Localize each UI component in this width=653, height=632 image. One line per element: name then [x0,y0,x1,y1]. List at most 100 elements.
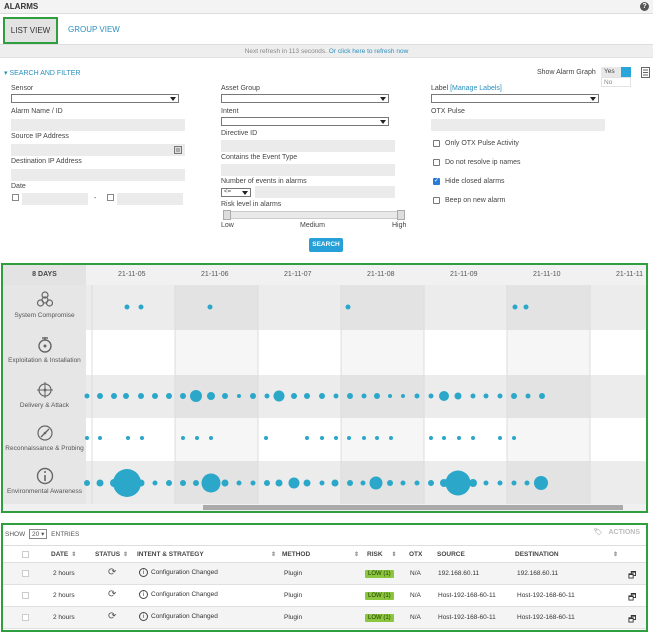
alarm-dot[interactable] [512,304,518,310]
alarm-name-input[interactable] [11,119,185,131]
directive-id-input[interactable] [221,140,395,152]
alarm-dot[interactable] [138,304,144,310]
alarm-dot[interactable] [497,393,503,399]
row-checkbox[interactable] [22,614,29,621]
alarm-dot[interactable] [97,393,103,399]
alarm-dot[interactable] [209,436,213,440]
alarm-dot[interactable] [190,390,202,402]
alarm-dot[interactable] [305,436,309,440]
alarm-dot[interactable] [152,393,158,399]
alarm-dot[interactable] [84,393,90,399]
alarm-dot[interactable] [264,393,270,399]
alarm-dot[interactable] [374,393,380,399]
alarm-dot[interactable] [303,479,311,487]
row-checkbox[interactable] [22,592,29,599]
alarm-dot[interactable] [334,436,338,440]
search-filter-toggle[interactable]: ▾ SEARCH AND FILTER [4,69,81,77]
show-graph-yes[interactable]: Yes [601,67,631,77]
header-intent[interactable]: INTENT & STRATEGY [137,551,204,558]
alarm-dot[interactable] [181,436,185,440]
tab-group-view[interactable]: GROUP VIEW [68,25,120,34]
dest-ip-input[interactable] [11,169,185,181]
alarm-dot[interactable] [166,480,172,486]
alarm-dot[interactable] [534,476,548,490]
alarm-dot[interactable] [264,480,270,486]
alarm-dot[interactable] [525,393,531,399]
alarm-dot[interactable] [333,393,339,399]
alarm-dot[interactable] [469,479,477,487]
detail-icon[interactable]: 🗗 [628,568,636,584]
alarm-dot[interactable] [207,304,213,310]
alarm-dot[interactable] [347,436,351,440]
alarm-dot[interactable] [442,436,446,440]
alarm-dot[interactable] [345,304,351,310]
alarm-dot[interactable] [124,304,130,310]
header-destination[interactable]: DESTINATION [515,551,559,558]
alarm-dot[interactable] [512,436,516,440]
graph-scroll-thumb[interactable] [203,505,623,510]
alarm-dot[interactable] [361,393,367,399]
alarm-dot[interactable] [291,393,297,399]
alarm-dots[interactable] [3,265,646,511]
alarm-dot[interactable] [201,473,221,493]
alarm-dot[interactable] [137,479,145,487]
select-all-checkbox[interactable] [22,551,29,558]
alarm-dot[interactable] [539,393,545,399]
header-method-sort[interactable]: ⇕ [351,551,359,558]
alarm-dot[interactable] [483,393,489,399]
alarm-dot[interactable] [445,470,471,496]
row-checkbox[interactable] [22,570,29,577]
alarm-dot[interactable] [369,476,383,490]
detail-icon[interactable]: 🗗 [628,612,636,628]
graph-scrollbar[interactable] [3,504,646,511]
alarm-dot[interactable] [84,480,90,486]
refresh-link[interactable]: Or click here to refresh now [329,48,408,55]
alarm-dot[interactable] [275,479,283,487]
alarm-dot[interactable] [96,479,104,487]
alarm-dot[interactable] [439,391,449,401]
risk-slider-max-handle[interactable] [397,210,405,220]
date-to-input[interactable] [117,193,183,205]
risk-slider-min-handle[interactable] [223,210,231,220]
event-type-input[interactable] [221,164,395,176]
alarm-dot[interactable] [375,436,379,440]
alarm-dot[interactable] [483,480,489,486]
alarm-dot[interactable] [347,393,353,399]
alarm-dot[interactable] [237,394,241,398]
alarm-dot[interactable] [152,480,158,486]
alarm-dot[interactable] [523,304,529,310]
alarm-dot[interactable] [471,436,475,440]
num-events-operator[interactable]: <= [221,188,251,197]
alarm-dot[interactable] [250,393,256,399]
alarm-dot[interactable] [524,480,530,486]
alarm-dot[interactable] [180,393,186,399]
alarm-dot[interactable] [207,392,215,400]
alarm-dot[interactable] [126,436,130,440]
header-source[interactable]: SOURCE [437,551,465,558]
alarm-dot[interactable] [457,436,461,440]
alarm-dot[interactable] [166,393,172,399]
alarm-dot[interactable] [250,480,256,486]
alarm-dot[interactable] [360,480,366,486]
alarm-dot[interactable] [221,479,229,487]
date-from-input[interactable] [22,193,88,205]
alarm-dot[interactable] [429,436,433,440]
alarm-dot[interactable] [140,436,144,440]
risk-level-slider[interactable] [223,210,405,220]
table-row[interactable]: 2 hours ⟳ i Configuration Changed Plugin LOW … [3,563,646,585]
calendar-to-icon[interactable] [107,194,114,201]
alarm-dot[interactable] [193,480,199,486]
alarm-dot[interactable] [389,436,393,440]
alarm-dot[interactable] [138,393,144,399]
otx-pulse-input[interactable] [431,119,605,131]
alarm-dot[interactable] [387,480,393,486]
alarm-dot[interactable] [195,436,199,440]
detail-icon[interactable]: 🗗 [628,590,636,606]
tab-list-view[interactable]: LIST VIEW [3,17,58,44]
alarm-dot[interactable] [113,469,141,497]
alarm-dot[interactable] [273,390,285,402]
alarm-dot[interactable] [180,480,186,486]
entries-select[interactable]: 20 ▾ [29,529,48,539]
num-events-input[interactable] [255,186,395,198]
alarm-dot[interactable] [222,393,228,399]
